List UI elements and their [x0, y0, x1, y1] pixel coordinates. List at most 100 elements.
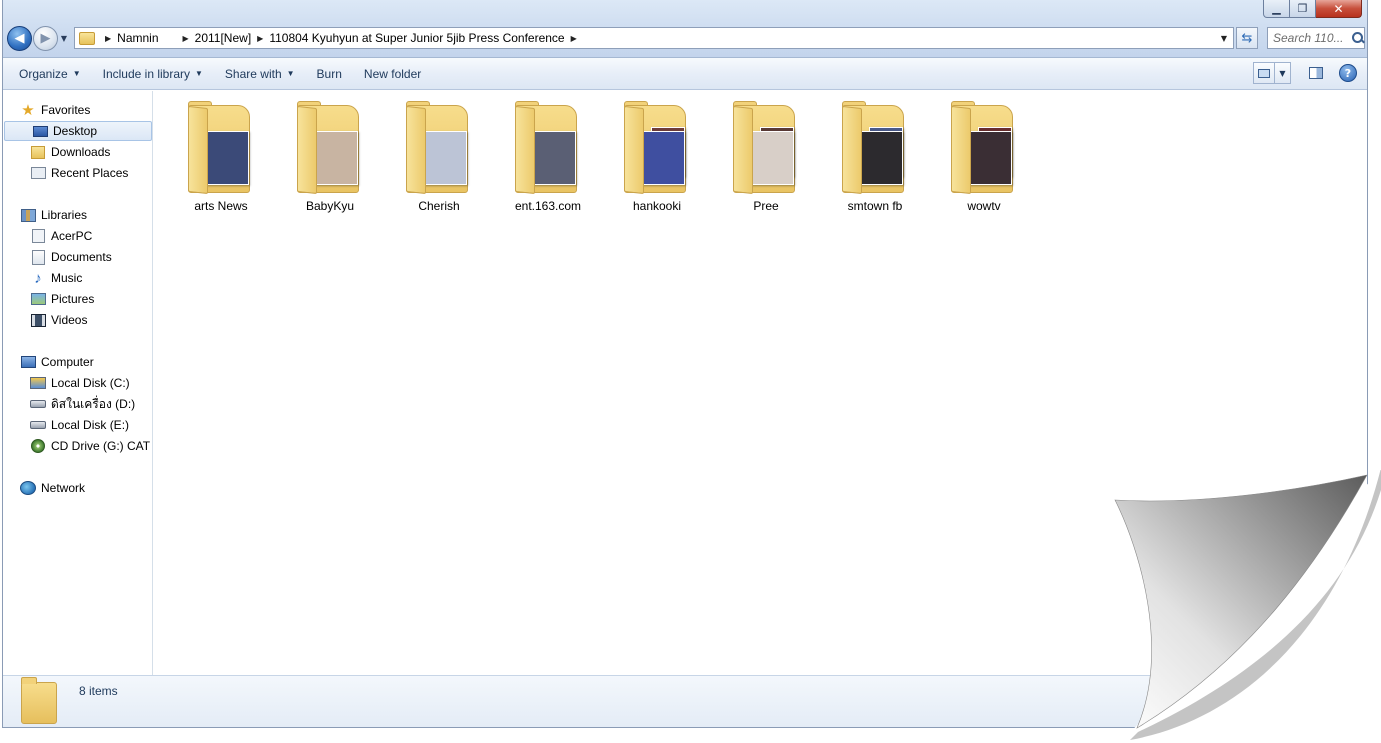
title-bar: ▁ ❐ ✕ ◀ ▶ ▼ ▶ Namnin ▶ 2011[New] ▶ 11080…: [3, 0, 1367, 58]
breadcrumb-2011-new[interactable]: 2011[New]: [195, 31, 251, 45]
nav-local-disk-c-label: Local Disk (C:): [51, 376, 130, 390]
nav-desktop-label: Desktop: [53, 124, 98, 138]
folder-item-wowtv[interactable]: wowtv: [934, 99, 1034, 219]
nav-recent-places[interactable]: Recent Places: [3, 163, 152, 183]
disk-icon: [30, 417, 46, 433]
folder-thumbnail-icon: [512, 99, 584, 195]
nav-local-disk-c[interactable]: Local Disk (C:): [3, 373, 152, 393]
nav-videos-label: Videos: [51, 313, 88, 327]
change-view-button[interactable]: [1253, 62, 1275, 84]
folder-thumbnail-icon: [839, 99, 911, 195]
folder-item-hankooki[interactable]: hankooki: [607, 99, 707, 219]
preview-pane-button[interactable]: [1305, 62, 1327, 84]
nav-recent-places-label: Recent Places: [51, 166, 129, 180]
folder-label: Pree: [753, 199, 779, 213]
new-folder-button[interactable]: New folder: [353, 62, 432, 86]
cd-drive-icon: [30, 438, 46, 454]
folder-icon: [79, 31, 95, 45]
folder-label: Cherish: [418, 199, 460, 213]
share-with-button[interactable]: Share with ▼: [214, 62, 306, 86]
nav-disk-d-label: ดิสในเครื่อง (D:): [51, 396, 136, 411]
nav-pictures-label: Pictures: [51, 292, 95, 306]
share-with-label: Share with: [224, 66, 282, 81]
breadcrumb-chevron-icon[interactable]: ▶: [571, 34, 577, 43]
recent-pages-dropdown[interactable]: ▼: [58, 34, 70, 43]
nav-downloads[interactable]: Downloads: [3, 142, 152, 162]
new-folder-label: New folder: [363, 66, 422, 81]
minimize-button[interactable]: ▁: [1263, 0, 1290, 18]
nav-music[interactable]: ♪ Music: [3, 268, 152, 288]
folder-item-cherish[interactable]: Cherish: [389, 99, 489, 219]
command-bar: Organize ▼ Include in library ▼ Share with…: [3, 58, 1367, 90]
nav-favorites[interactable]: ★ Favorites: [3, 100, 152, 120]
views-icon: [1258, 68, 1270, 78]
nav-libraries[interactable]: Libraries: [3, 205, 152, 225]
navigation-pane: ★ Favorites Desktop Downloads Recent Pla…: [3, 91, 153, 675]
folder-thumbnail-icon: [621, 99, 693, 195]
pictures-icon: [30, 291, 46, 307]
library-icon: [20, 207, 36, 223]
breadcrumb-chevron-icon[interactable]: ▶: [257, 34, 263, 43]
burn-label: Burn: [316, 66, 342, 81]
content-pane: arts News BabyKyu Cherish ent.163.com hankoo…: [154, 91, 1367, 675]
system-disk-icon: [30, 375, 46, 391]
folder-item-arts-news[interactable]: arts News: [171, 99, 271, 219]
navigation-buttons: ◀ ▶ ▼: [7, 26, 70, 51]
nav-pictures[interactable]: Pictures: [3, 289, 152, 309]
breadcrumb-chevron-icon[interactable]: ▶: [183, 34, 189, 43]
desktop-icon: [32, 123, 48, 139]
details-pane: 8 items: [3, 675, 1367, 727]
preview-pane-icon: [1309, 67, 1323, 79]
nav-downloads-label: Downloads: [51, 145, 111, 159]
documents-icon: [30, 249, 46, 265]
nav-documents[interactable]: Documents: [3, 247, 152, 267]
folder-item-ent-163-com[interactable]: ent.163.com: [498, 99, 598, 219]
nav-local-disk-e-label: Local Disk (E:): [51, 418, 130, 432]
maximize-button[interactable]: ❐: [1290, 0, 1316, 18]
breadcrumb-chevron-icon[interactable]: ▶: [105, 34, 111, 43]
search-input[interactable]: [1273, 29, 1351, 47]
nav-cd-drive-g[interactable]: CD Drive (G:) CAT (: [3, 436, 152, 456]
folder-label: wowtv: [967, 199, 1001, 213]
computer-icon: [20, 354, 36, 370]
folder-label: hankooki: [632, 199, 682, 213]
folder-label: smtown fb: [847, 199, 903, 213]
folder-item-pree[interactable]: Pree: [716, 99, 816, 219]
nav-disk-d[interactable]: ดิสในเครื่อง (D:): [3, 394, 152, 414]
chevron-down-icon: ▼: [195, 69, 203, 78]
nav-computer[interactable]: Computer: [3, 352, 152, 372]
address-dropdown-button[interactable]: ▼: [1215, 28, 1233, 48]
burn-button[interactable]: Burn: [306, 62, 353, 86]
folder-thumbnail-icon: [730, 99, 802, 195]
breadcrumb-namnin[interactable]: Namnin: [117, 31, 158, 45]
help-button[interactable]: ?: [1339, 64, 1357, 82]
nav-desktop[interactable]: Desktop: [4, 121, 152, 141]
chevron-down-icon: ▼: [286, 69, 295, 78]
disk-icon: [30, 396, 46, 412]
refresh-button[interactable]: ⇆: [1236, 27, 1258, 49]
nav-local-disk-e[interactable]: Local Disk (E:): [3, 415, 152, 435]
breadcrumb-current-folder[interactable]: 110804 Kyuhyun at Super Junior 5jib Pres…: [269, 31, 564, 45]
folder-item-babykyu[interactable]: BabyKyu: [280, 99, 380, 219]
address-bar[interactable]: ▶ Namnin ▶ 2011[New] ▶ 110804 Kyuhyun at…: [74, 27, 1234, 49]
include-in-library-label: Include in library: [102, 66, 190, 81]
close-button[interactable]: ✕: [1316, 0, 1362, 18]
item-count: 8 items: [79, 684, 118, 698]
view-controls: ▼ ?: [1253, 62, 1357, 84]
nav-acerpc-label: AcerPC: [51, 229, 93, 243]
chevron-down-icon: ▼: [60, 34, 68, 43]
view-options-dropdown[interactable]: ▼: [1275, 62, 1291, 84]
folder-item-smtown-fb[interactable]: smtown fb: [825, 99, 925, 219]
downloads-folder-icon: [30, 144, 46, 160]
folder-label: BabyKyu: [305, 199, 355, 213]
folder-thumbnail-icon: [403, 99, 475, 195]
chevron-down-icon: ▼: [72, 69, 81, 78]
organize-menu-button[interactable]: Organize ▼: [8, 62, 92, 86]
forward-button[interactable]: ▶: [33, 26, 58, 51]
nav-network[interactable]: Network: [3, 478, 152, 498]
nav-acerpc[interactable]: AcerPC: [3, 226, 152, 246]
nav-videos[interactable]: Videos: [3, 310, 152, 330]
include-in-library-button[interactable]: Include in library ▼: [92, 62, 214, 86]
back-button[interactable]: ◀: [7, 26, 32, 51]
search-icon[interactable]: [1351, 31, 1364, 45]
